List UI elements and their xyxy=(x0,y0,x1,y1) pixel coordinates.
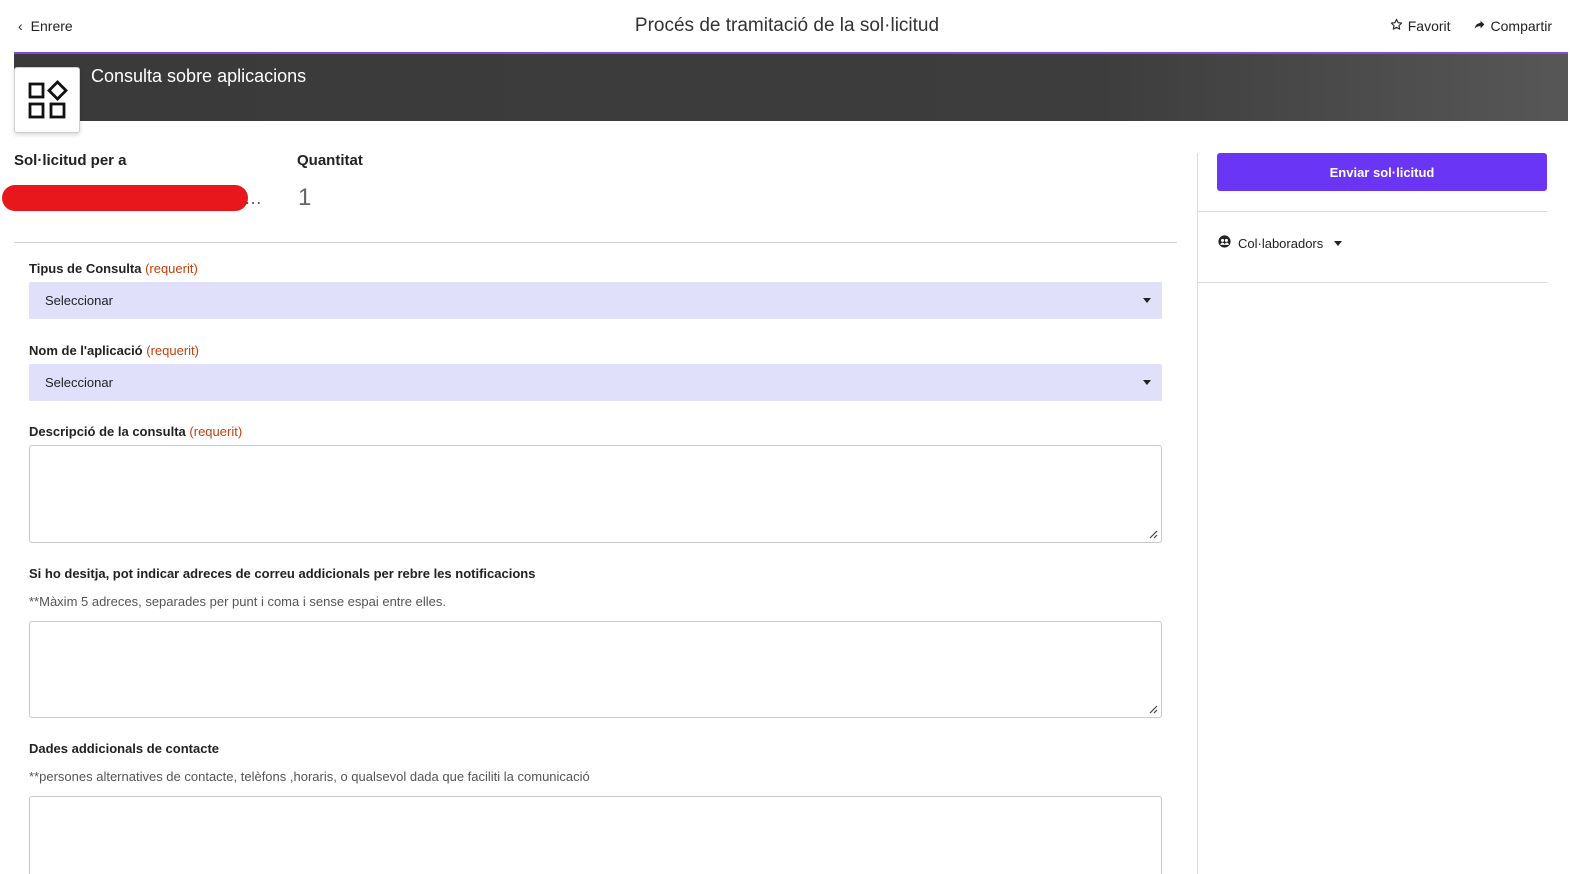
top-bar: ‹ Enrere Procés de tramitació de la sol·… xyxy=(0,0,1574,52)
collaborators-label: Col·laboradors xyxy=(1238,235,1324,251)
caret-down-icon xyxy=(1143,298,1151,303)
top-actions: Favorit Compartir xyxy=(1390,18,1552,34)
sidebar-divider xyxy=(1198,282,1547,283)
users-icon xyxy=(1218,235,1231,251)
caret-down-icon xyxy=(1334,240,1343,246)
description-label: Descripció de la consulta (requerit) xyxy=(29,424,242,439)
share-arrow-icon xyxy=(1473,18,1486,34)
query-type-value: Seleccionar xyxy=(45,293,113,308)
app-name-value: Seleccionar xyxy=(45,375,113,390)
collaborators-dropdown[interactable]: Col·laboradors xyxy=(1218,235,1343,251)
apps-grid-icon xyxy=(14,67,80,133)
share-button[interactable]: Compartir xyxy=(1473,18,1552,34)
submit-request-button[interactable]: Enviar sol·licitud xyxy=(1217,153,1547,191)
quantity-value: 1 xyxy=(298,184,312,211)
page-title: Procés de tramitació de la sol·licitud xyxy=(634,15,940,36)
catalog-item-title: Consulta sobre aplicacions xyxy=(91,66,307,86)
favorite-label: Favorit xyxy=(1407,18,1451,34)
extra-emails-textarea[interactable] xyxy=(29,621,1162,718)
resize-grip-icon[interactable] xyxy=(1148,704,1158,714)
description-textarea[interactable] xyxy=(29,445,1162,543)
summary-divider xyxy=(14,242,1177,243)
query-type-select[interactable]: Seleccionar xyxy=(29,282,1162,319)
required-tag: (requerit) xyxy=(189,424,243,439)
description-label-text: Descripció de la consulta xyxy=(29,424,186,439)
requested-for-value: … xyxy=(244,188,262,208)
extra-contact-textarea[interactable] xyxy=(29,796,1162,874)
query-type-label-text: Tipus de Consulta xyxy=(29,261,142,276)
requested-for-label: Sol·licitud per a xyxy=(14,152,127,169)
redacted-requester xyxy=(2,185,248,211)
extra-contact-label: Dades addicionals de contacte xyxy=(29,741,220,756)
extra-contact-hint: **persones alternatives de contacte, tel… xyxy=(29,769,590,784)
required-tag: (requerit) xyxy=(146,343,199,358)
query-type-label: Tipus de Consulta (requerit) xyxy=(29,261,198,276)
app-name-label: Nom de l'aplicació (requerit) xyxy=(29,343,199,358)
favorite-button[interactable]: Favorit xyxy=(1390,18,1451,34)
required-tag: (requerit) xyxy=(145,261,198,276)
extra-emails-label: Si ho desitja, pot indicar adreces de co… xyxy=(29,566,536,581)
header-band: Consulta sobre aplicacions xyxy=(14,54,1568,121)
app-name-label-text: Nom de l'aplicació xyxy=(29,343,143,358)
quantity-label: Quantitat xyxy=(297,152,363,169)
resize-grip-icon[interactable] xyxy=(1148,529,1158,539)
caret-down-icon xyxy=(1143,380,1151,385)
panel-divider xyxy=(1197,153,1198,874)
star-icon xyxy=(1390,18,1403,34)
sidebar-divider xyxy=(1198,211,1547,212)
app-name-select[interactable]: Seleccionar xyxy=(29,364,1162,401)
share-label: Compartir xyxy=(1490,18,1552,34)
extra-emails-hint: **Màxim 5 adreces, separades per punt i … xyxy=(29,594,446,609)
